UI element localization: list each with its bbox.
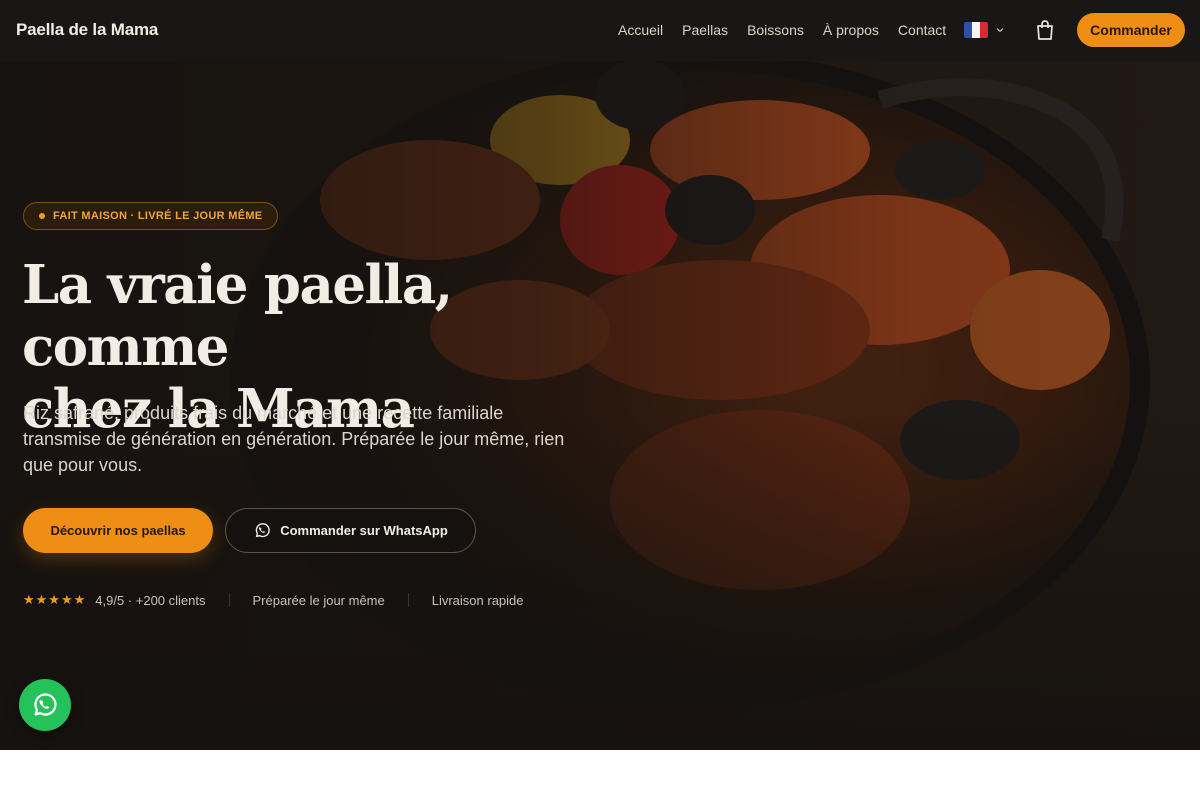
rating-stars-icon: ★★★★★ — [23, 592, 87, 607]
nav-link-boissons[interactable]: Boissons — [747, 22, 804, 38]
brand-logo[interactable]: Paella de la Mama — [16, 20, 158, 40]
nav-link-paellas[interactable]: Paellas — [682, 22, 728, 38]
nav-link-a-propos[interactable]: À propos — [823, 22, 879, 38]
whatsapp-icon — [34, 693, 57, 716]
whatsapp-icon — [255, 523, 270, 538]
whatsapp-order-label: Commander sur WhatsApp — [280, 523, 448, 538]
hero-subtitle: Riz safrané, produits frais du marché et… — [23, 403, 565, 475]
whatsapp-float-button[interactable] — [19, 679, 71, 731]
hero-badge: Fait maison · Livré le jour même — [23, 202, 279, 230]
stat-fast-delivery: Livraison rapide — [431, 592, 524, 608]
stat-divider — [407, 593, 409, 607]
headline-line-1: La vraie paella, comme — [22, 254, 453, 378]
rating-text: 4,9/5 · +200 clients — [95, 592, 206, 608]
hero-section: Fait maison · Livré le jour même La vrai… — [0, 0, 1200, 750]
nav-link-accueil[interactable]: Accueil — [618, 22, 663, 38]
order-button[interactable]: Commander — [1077, 13, 1185, 47]
hero-stats: ★★★★★ 4,9/5 · +200 clients Préparée le j… — [23, 592, 524, 608]
fr-flag-icon — [964, 22, 988, 38]
shopping-bag-icon[interactable] — [1035, 19, 1055, 41]
whatsapp-order-button[interactable]: Commander sur WhatsApp — [225, 508, 476, 553]
badge-text: Fait maison · Livré le jour même — [53, 210, 263, 222]
stat-same-day: Préparée le jour même — [252, 592, 385, 608]
chevron-down-icon — [996, 28, 1004, 33]
language-selector[interactable] — [964, 22, 1005, 38]
nav-links: Accueil Paellas Boissons À propos Contac… — [618, 22, 946, 38]
stat-divider — [228, 593, 230, 607]
discover-paellas-button[interactable]: Découvrir nos paellas — [23, 508, 213, 553]
nav-link-contact[interactable]: Contact — [898, 22, 946, 38]
top-navbar: Paella de la Mama Accueil Paellas Boisso… — [0, 0, 1200, 61]
badge-dot — [39, 213, 45, 219]
